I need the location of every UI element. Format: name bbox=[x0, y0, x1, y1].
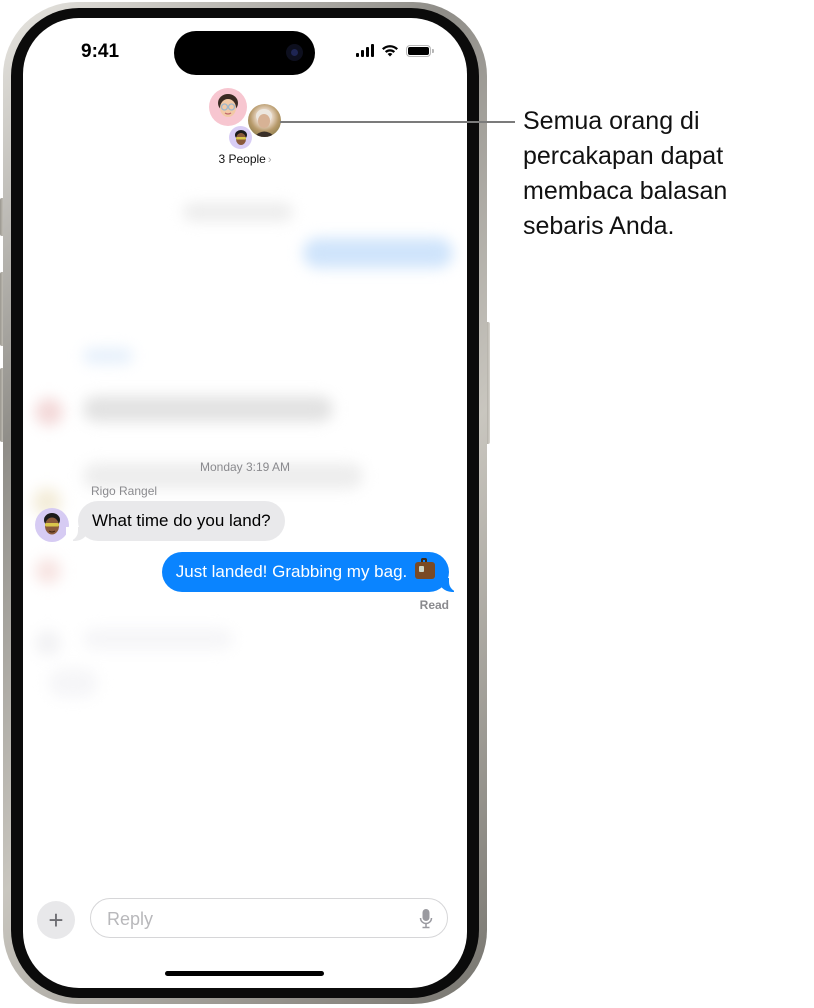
callout-leader-line bbox=[280, 121, 515, 123]
battery-icon bbox=[406, 44, 434, 57]
microphone-icon[interactable] bbox=[419, 908, 433, 930]
wifi-icon bbox=[382, 45, 398, 57]
blurred-message bbox=[48, 668, 98, 698]
incoming-message-bubble[interactable]: What time do you land? bbox=[66, 501, 285, 541]
message-text: Just landed! Grabbing my bag. bbox=[175, 562, 408, 581]
front-camera bbox=[286, 44, 303, 61]
person-photo-icon bbox=[254, 109, 275, 137]
home-indicator[interactable] bbox=[165, 971, 324, 976]
dynamic-island bbox=[174, 31, 315, 75]
participant-avatar-photo[interactable] bbox=[248, 104, 281, 137]
callout-line-3: membaca balasan bbox=[523, 177, 728, 205]
callout-line-1: Semua orang di bbox=[523, 107, 700, 135]
blurred-message bbox=[83, 628, 233, 650]
blurred-message bbox=[183, 203, 293, 221]
participant-avatar-memoji[interactable] bbox=[209, 88, 247, 126]
blurred-avatar bbox=[35, 398, 63, 426]
outgoing-message-bubble[interactable]: Just landed! Grabbing my bag. bbox=[161, 552, 462, 592]
blurred-avatar bbox=[35, 558, 61, 584]
callout-line-2: percakapan dapat bbox=[523, 142, 724, 170]
memoji-face-icon bbox=[44, 513, 60, 535]
plus-icon: + bbox=[48, 905, 64, 935]
message-text: What time do you land? bbox=[92, 511, 271, 530]
blurred-message bbox=[83, 348, 133, 364]
sender-name: Rigo Rangel bbox=[91, 484, 158, 498]
reply-input[interactable] bbox=[105, 899, 399, 939]
cellular-signal-icon bbox=[356, 44, 374, 57]
suitcase-emoji-icon bbox=[415, 558, 435, 579]
participants-button[interactable]: 3 People › bbox=[23, 152, 467, 166]
status-time: 9:41 bbox=[81, 41, 120, 62]
memoji-face-icon bbox=[218, 94, 238, 117]
read-receipt: Read bbox=[419, 598, 449, 612]
blurred-avatar bbox=[35, 630, 61, 656]
messages-screen: 9:41 3 People › Monday 3:19 AM Rigo Rang… bbox=[23, 18, 467, 988]
callout-line-4: sebaris Anda. bbox=[523, 212, 675, 240]
memoji-face-icon bbox=[234, 129, 247, 145]
callout-annotation: Semua orang di percakapan dapat membaca … bbox=[523, 104, 803, 244]
status-icons bbox=[356, 44, 434, 57]
participant-avatar-rigo[interactable] bbox=[229, 126, 252, 149]
add-attachment-button[interactable]: + bbox=[37, 901, 75, 939]
chevron-right-icon: › bbox=[267, 154, 272, 166]
participants-label: 3 People bbox=[218, 152, 266, 166]
reply-field-container[interactable] bbox=[90, 898, 448, 939]
blurred-message bbox=[303, 238, 453, 268]
message-timestamp: Monday 3:19 AM bbox=[199, 460, 291, 474]
sender-avatar[interactable] bbox=[35, 508, 69, 542]
blurred-message bbox=[83, 396, 333, 422]
